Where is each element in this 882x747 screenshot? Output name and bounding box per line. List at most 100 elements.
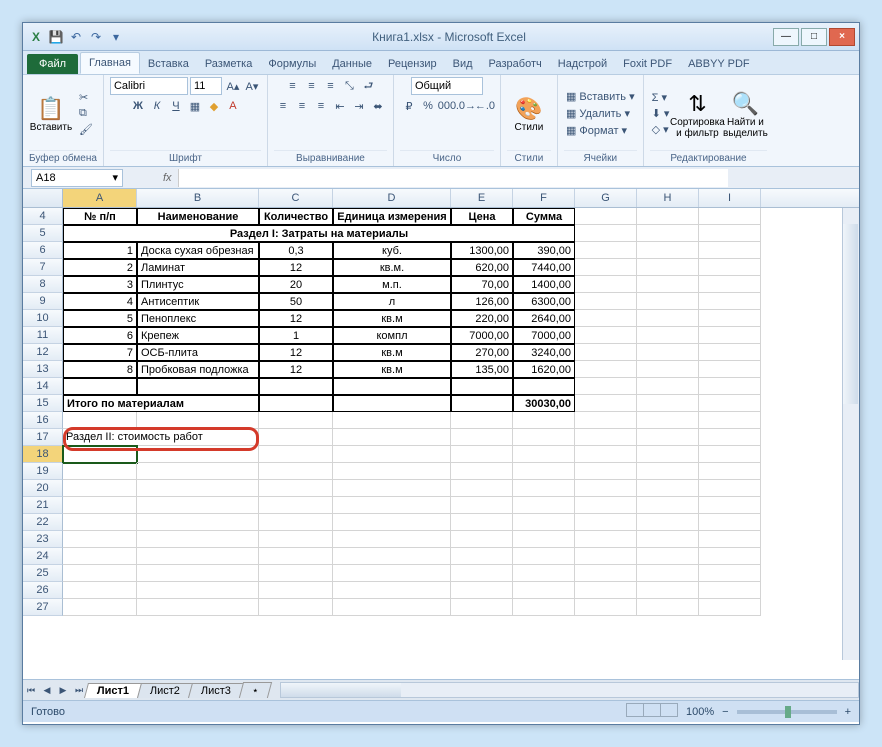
cell-B21[interactable] (137, 497, 259, 514)
cell-I8[interactable] (699, 276, 761, 293)
cell-C22[interactable] (259, 514, 333, 531)
cell-E16[interactable] (451, 412, 513, 429)
cell-B24[interactable] (137, 548, 259, 565)
sheet-tab-1[interactable]: Лист1 (84, 683, 142, 698)
cell-I11[interactable] (699, 327, 761, 344)
undo-icon[interactable]: ↶ (67, 28, 85, 46)
align-left-icon[interactable]: ≡ (274, 97, 292, 115)
cell-C8[interactable]: 20 (259, 276, 333, 293)
cell-C9[interactable]: 50 (259, 293, 333, 310)
cell-A9[interactable]: 4 (63, 293, 137, 310)
cell-D17[interactable] (333, 429, 451, 446)
cell-E19[interactable] (451, 463, 513, 480)
cell-F9[interactable]: 6300,00 (513, 293, 575, 310)
grow-font-icon[interactable]: A▴ (224, 77, 242, 95)
cell-F12[interactable]: 3240,00 (513, 344, 575, 361)
row-header-21[interactable]: 21 (23, 497, 63, 514)
decrease-decimal-icon[interactable]: ←.0 (476, 97, 494, 115)
row-header-8[interactable]: 8 (23, 276, 63, 293)
cell-E24[interactable] (451, 548, 513, 565)
decrease-indent-icon[interactable]: ⇤ (331, 97, 349, 115)
dropdown-icon[interactable]: ▾ (112, 171, 118, 184)
cell-G10[interactable] (575, 310, 637, 327)
paste-button[interactable]: 📋Вставить (29, 81, 73, 147)
cell-H11[interactable] (637, 327, 699, 344)
cell-D4[interactable]: Единица измерения (333, 208, 451, 225)
zoom-slider[interactable] (737, 710, 837, 714)
row-header-9[interactable]: 9 (23, 293, 63, 310)
cell-C24[interactable] (259, 548, 333, 565)
cell-D21[interactable] (333, 497, 451, 514)
fill-icon[interactable]: ⬇ ▾ (652, 107, 670, 120)
cell-G18[interactable] (575, 446, 637, 463)
cell-I14[interactable] (699, 378, 761, 395)
vertical-scrollbar[interactable] (842, 208, 859, 660)
row-header-27[interactable]: 27 (23, 599, 63, 616)
cell-G11[interactable] (575, 327, 637, 344)
cell-G7[interactable] (575, 259, 637, 276)
cell-C12[interactable]: 12 (259, 344, 333, 361)
col-header-B[interactable]: B (137, 189, 259, 207)
cell-H24[interactable] (637, 548, 699, 565)
cell-H19[interactable] (637, 463, 699, 480)
percent-icon[interactable]: % (419, 97, 437, 115)
cell-A10[interactable]: 5 (63, 310, 137, 327)
cell-B12[interactable]: ОСБ-плита (137, 344, 259, 361)
cell-D6[interactable]: куб. (333, 242, 451, 259)
cell-B22[interactable] (137, 514, 259, 531)
number-format-combo[interactable]: Общий (411, 77, 483, 95)
cell-E25[interactable] (451, 565, 513, 582)
cell-I27[interactable] (699, 599, 761, 616)
cell-B19[interactable] (137, 463, 259, 480)
cell-C7[interactable]: 12 (259, 259, 333, 276)
cell-E22[interactable] (451, 514, 513, 531)
clear-icon[interactable]: ◇ ▾ (652, 123, 670, 136)
cell-F8[interactable]: 1400,00 (513, 276, 575, 293)
cell-B6[interactable]: Доска сухая обрезная (137, 242, 259, 259)
cell-D15[interactable] (333, 395, 451, 412)
cell-C14[interactable] (259, 378, 333, 395)
cell-G20[interactable] (575, 480, 637, 497)
tab-review[interactable]: Рецензир (380, 54, 445, 74)
cell-G24[interactable] (575, 548, 637, 565)
fill-color-button[interactable]: ◆ (205, 97, 223, 115)
cell-E6[interactable]: 1300,00 (451, 242, 513, 259)
cell-H20[interactable] (637, 480, 699, 497)
row-header-25[interactable]: 25 (23, 565, 63, 582)
cell-D19[interactable] (333, 463, 451, 480)
cell-I19[interactable] (699, 463, 761, 480)
row-header-22[interactable]: 22 (23, 514, 63, 531)
cell-I24[interactable] (699, 548, 761, 565)
align-center-icon[interactable]: ≡ (293, 97, 311, 115)
cell-C11[interactable]: 1 (259, 327, 333, 344)
cell-C23[interactable] (259, 531, 333, 548)
cell-B9[interactable]: Антисептик (137, 293, 259, 310)
cell-D14[interactable] (333, 378, 451, 395)
redo-icon[interactable]: ↷ (87, 28, 105, 46)
row-header-20[interactable]: 20 (23, 480, 63, 497)
sheet-tab-2[interactable]: Лист2 (137, 683, 193, 698)
cell-F4[interactable]: Сумма (513, 208, 575, 225)
sheet-tab-3[interactable]: Лист3 (188, 683, 244, 698)
cell-I21[interactable] (699, 497, 761, 514)
cell-F16[interactable] (513, 412, 575, 429)
scroll-thumb[interactable] (843, 224, 858, 404)
border-button[interactable]: ▦ (186, 97, 204, 115)
cell-F13[interactable]: 1620,00 (513, 361, 575, 378)
col-header-I[interactable]: I (699, 189, 761, 207)
cell-B23[interactable] (137, 531, 259, 548)
cell-H14[interactable] (637, 378, 699, 395)
cell-I25[interactable] (699, 565, 761, 582)
cell-I7[interactable] (699, 259, 761, 276)
row-header-14[interactable]: 14 (23, 378, 63, 395)
cell-A13[interactable]: 8 (63, 361, 137, 378)
cell-E11[interactable]: 7000,00 (451, 327, 513, 344)
merge-button[interactable]: ⬌ (369, 97, 387, 115)
cell-H26[interactable] (637, 582, 699, 599)
row-header-13[interactable]: 13 (23, 361, 63, 378)
copy-icon[interactable]: ⧉ (79, 107, 93, 120)
cell-F21[interactable] (513, 497, 575, 514)
cell-A4[interactable]: № п/п (63, 208, 137, 225)
row-header-4[interactable]: 4 (23, 208, 63, 225)
cell-A7[interactable]: 2 (63, 259, 137, 276)
